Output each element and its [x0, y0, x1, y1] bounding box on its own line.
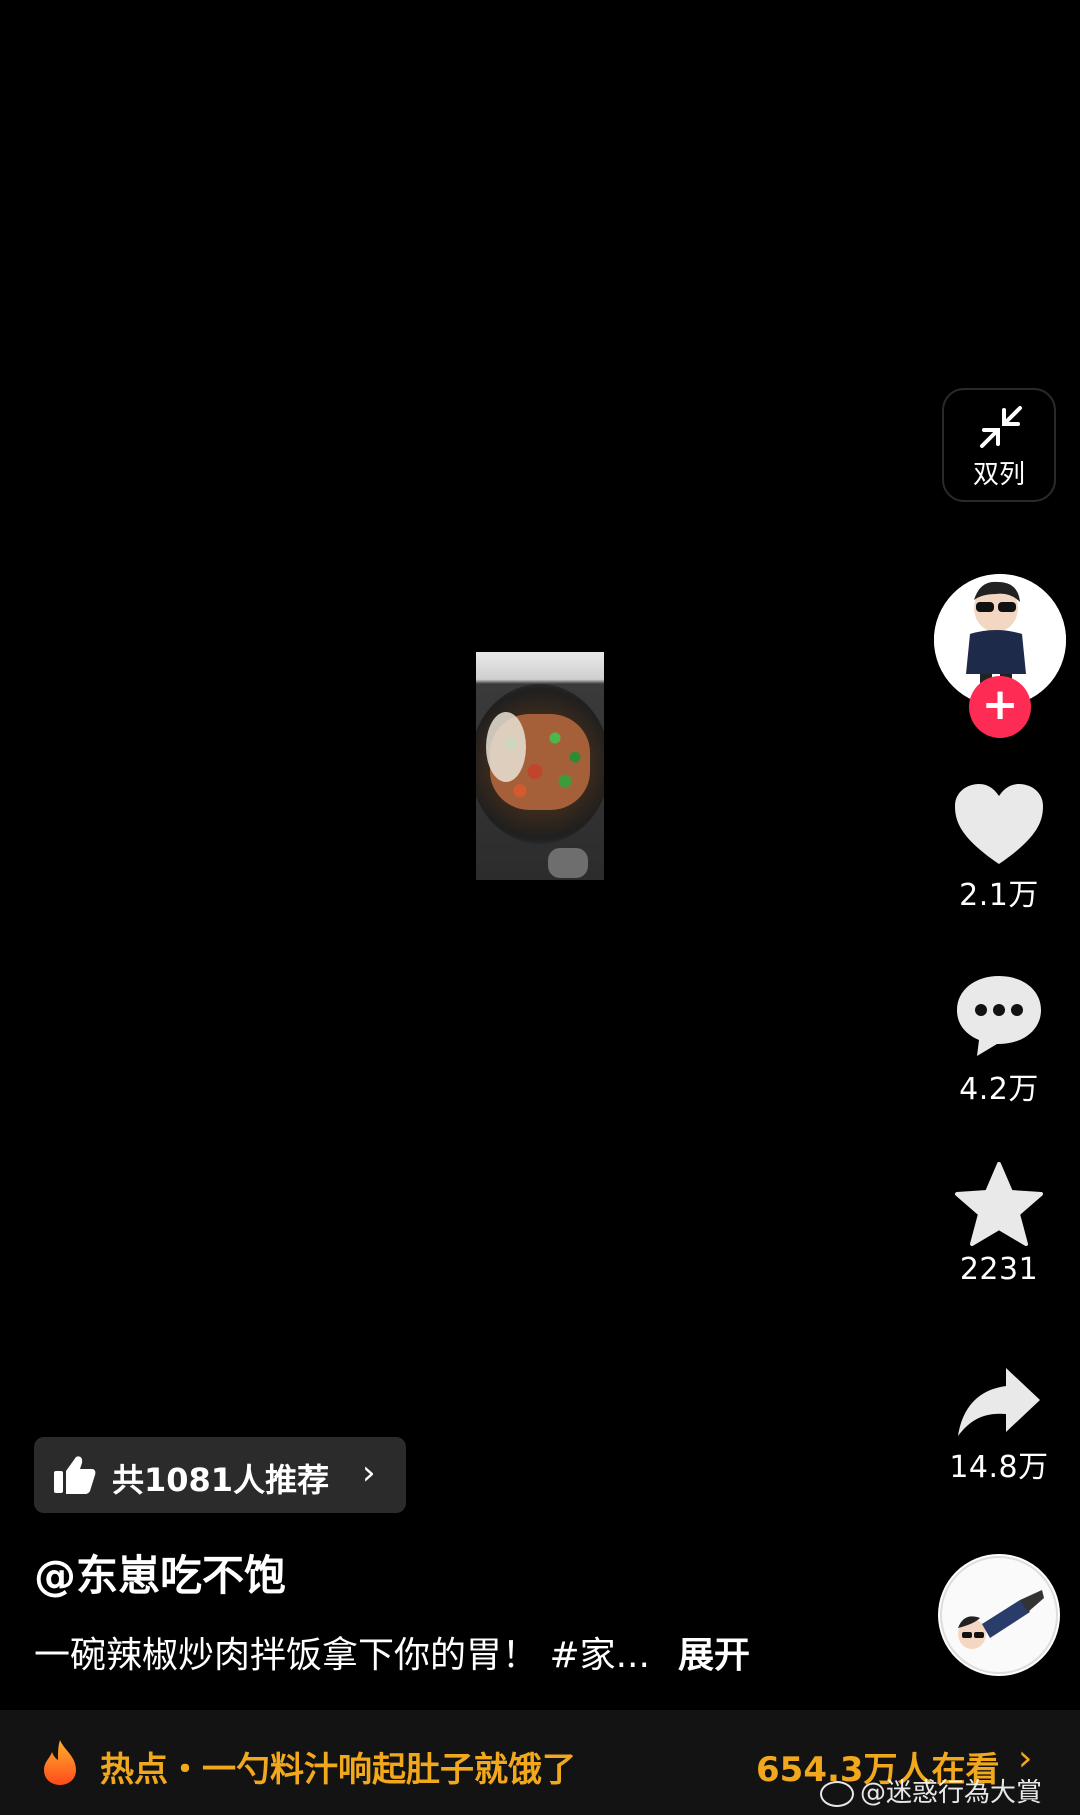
minimize-arrows-icon	[980, 406, 1022, 448]
weibo-icon	[820, 1780, 854, 1807]
rice-image	[486, 712, 526, 782]
like-button[interactable]: 2.1万	[934, 782, 1064, 914]
like-count: 2.1万	[959, 878, 1039, 913]
flame-icon	[44, 1740, 76, 1785]
chevron-right-icon: ›	[362, 1453, 376, 1493]
follow-button[interactable]: +	[969, 676, 1031, 738]
recommend-text: 共1081人推荐	[112, 1461, 330, 1499]
star-icon	[955, 1162, 1043, 1246]
comment-button[interactable]: 4.2万	[934, 972, 1064, 1108]
favorite-count: 2231	[959, 1252, 1039, 1287]
dual-column-label: 双列	[972, 460, 1025, 490]
hot-topic-text: 热点・一勺料汁响起肚子就饿了	[100, 1750, 576, 1790]
author-name[interactable]: @东崽吃不饱	[34, 1542, 286, 1603]
share-icon	[958, 1368, 1040, 1436]
dual-column-button[interactable]: 双列	[942, 388, 1056, 502]
recommend-pill[interactable]: 共1081人推荐 ›	[34, 1437, 406, 1513]
watermark-text: @迷惑行為大賞	[860, 1778, 1043, 1808]
description-text: 一碗辣椒炒肉拌饭拿下你的胃！ #家...	[34, 1635, 650, 1676]
share-count: 14.8万	[949, 1450, 1049, 1485]
wok-handle	[548, 848, 588, 878]
video-player[interactable]	[476, 652, 604, 880]
comment-icon	[957, 976, 1041, 1056]
video-description: 一碗辣椒炒肉拌饭拿下你的胃！ #家... 展开	[34, 1626, 750, 1678]
share-button[interactable]: 14.8万	[934, 1366, 1064, 1486]
favorite-button[interactable]: 2231	[934, 1162, 1064, 1287]
expand-button[interactable]: 展开	[678, 1635, 750, 1676]
heart-icon	[955, 784, 1043, 864]
watermark: @迷惑行為大賞	[820, 1772, 1042, 1809]
music-disc[interactable]	[938, 1554, 1060, 1676]
comment-count: 4.2万	[959, 1072, 1039, 1107]
thumbs-up-icon	[54, 1456, 96, 1494]
music-avatar-illustration	[940, 1556, 1058, 1674]
